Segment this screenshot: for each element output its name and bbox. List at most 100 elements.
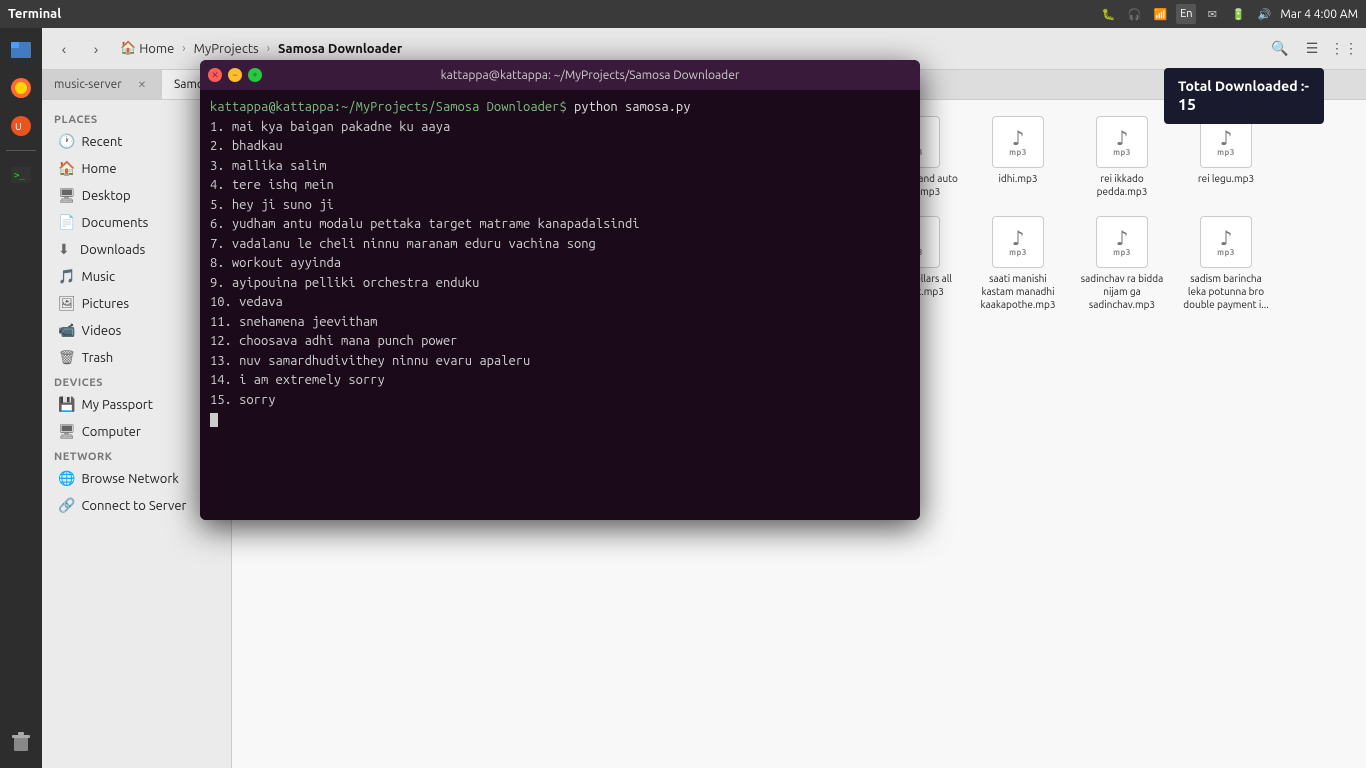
email-icon: ✉ (1202, 4, 1222, 24)
system-bar-left: Terminal (8, 7, 61, 21)
terminal-output-line: 14. i am extremely sorry (210, 371, 910, 391)
search-button[interactable]: 🔍 (1266, 35, 1294, 63)
menu-button[interactable]: ☰ (1298, 35, 1326, 63)
system-time: Mar 4 4:00 AM (1280, 8, 1358, 21)
dock-terminal[interactable]: >_ (3, 157, 39, 193)
dock-firefox[interactable] (3, 70, 39, 106)
terminal-body[interactable]: kattappa@kattappa:~/MyProjects/Samosa Do… (200, 90, 920, 520)
passport-icon: 💾 (58, 396, 75, 413)
terminal-prompt: kattappa@kattappa:~/MyProjects/Samosa Do… (210, 100, 567, 114)
terminal-command: python samosa.py (574, 100, 690, 114)
system-bar-title: Terminal (8, 7, 61, 21)
connect-server-icon: 🔗 (58, 497, 75, 514)
browse-network-icon: 🌐 (58, 470, 75, 487)
downloads-icon: ⬇ (58, 241, 74, 258)
home-icon: 🏠 (58, 160, 75, 177)
dock: U >_ (0, 28, 42, 768)
sidebar-documents-label: Documents (81, 216, 148, 230)
file-name: rei legu.mp3 (1198, 172, 1254, 185)
terminal-output-line: 2. bhadkau (210, 137, 910, 157)
sidebar-videos-label: Videos (81, 324, 121, 338)
system-bar: Terminal 🐛 🎧 📶 En ✉ 🔋 🔊 Mar 4 4:00 AM (0, 0, 1366, 28)
music-icon: 🎵 (58, 268, 75, 285)
sidebar-recent-label: Recent (81, 135, 122, 149)
terminal-output-line: 15. sorry (210, 391, 910, 411)
terminal-output-line: 11. snehamena jeevitham (210, 313, 910, 333)
tooltip-label: Total Downloaded :- (1178, 78, 1310, 94)
terminal-output-line: 1. mai kya baigan pakadne ku aaya (210, 118, 910, 138)
recent-icon: 🕐 (58, 133, 75, 150)
documents-icon: 📄 (58, 214, 75, 231)
file-icon: ♪ mp3 (1094, 214, 1150, 270)
file-icon: ♪ mp3 (990, 114, 1046, 170)
dock-divider (6, 150, 36, 151)
terminal-cursor (210, 413, 218, 427)
list-item[interactable]: ♪ mp3 saati manishi kastam manadhi kaaka… (968, 208, 1068, 317)
terminal-window: ✕ − + kattappa@kattappa: ~/MyProjects/Sa… (200, 60, 920, 520)
sidebar-connect-server-label: Connect to Server (81, 499, 186, 513)
terminal-output-line: 12. choosava adhi mana punch power (210, 332, 910, 352)
videos-icon: 📹 (58, 322, 75, 339)
tab-music-server-label: music-server (54, 78, 122, 91)
dock-files[interactable] (3, 32, 39, 68)
system-bar-right: 🐛 🎧 📶 En ✉ 🔋 🔊 Mar 4 4:00 AM (1098, 4, 1358, 24)
terminal-output-line: 8. workout ayyinda (210, 254, 910, 274)
file-icon: ♪ mp3 (1198, 214, 1254, 270)
terminal-output-line: 4. tere ishq mein (210, 176, 910, 196)
list-item[interactable]: ♪ mp3 rei ikkado pedda.mp3 (1072, 108, 1172, 204)
fm-toolbar-right: 🔍 ☰ ⋮⋮ (1266, 35, 1358, 63)
tooltip-count: 15 (1178, 96, 1310, 114)
terminal-output-line: 7. vadalanu le cheli ninnu maranam eduru… (210, 235, 910, 255)
window-maximize-button[interactable]: + (248, 68, 262, 82)
wifi-icon: 📶 (1150, 4, 1170, 24)
terminal-output-line: 10. vedava (210, 293, 910, 313)
headphone-icon: 🎧 (1124, 4, 1144, 24)
download-tooltip: Total Downloaded :- 15 (1164, 68, 1324, 124)
lang-indicator[interactable]: En (1176, 4, 1196, 24)
file-name: sadism barincha leka potunna bro double … (1180, 272, 1272, 311)
battery-icon: 🔋 (1228, 4, 1248, 24)
list-item[interactable]: ♪ mp3 sadinchav ra bidda nijam ga sadinc… (1072, 208, 1172, 317)
pictures-icon: 🖼 (58, 295, 76, 312)
dock-ubuntu[interactable]: U (3, 108, 39, 144)
trash-icon: 🗑 (58, 349, 76, 366)
breadcrumb-current[interactable]: Samosa Downloader (272, 39, 408, 59)
computer-icon: 🖥 (58, 423, 76, 440)
terminal-titlebar: ✕ − + kattappa@kattappa: ~/MyProjects/Sa… (200, 60, 920, 90)
terminal-output-line: 3. mallika salim (210, 157, 910, 177)
list-item[interactable]: ♪ mp3 idhi.mp3 (968, 108, 1068, 204)
svg-text:U: U (15, 121, 22, 132)
tab-music-server-close[interactable]: ✕ (135, 78, 149, 92)
terminal-title: kattappa@kattappa: ~/MyProjects/Samosa D… (268, 69, 912, 82)
desktop-icon: 🖥 (58, 187, 76, 204)
window-close-button[interactable]: ✕ (208, 68, 222, 82)
file-icon: ♪ mp3 (1094, 114, 1150, 170)
sidebar-computer-label: Computer (82, 425, 141, 439)
sidebar-music-label: Music (81, 270, 115, 284)
list-item[interactable]: ♪ mp3 sadism barincha leka potunna bro d… (1176, 208, 1276, 317)
forward-button[interactable]: › (82, 35, 110, 63)
terminal-output-line: 5. hey ji suno ji (210, 196, 910, 216)
back-button[interactable]: ‹ (50, 35, 78, 63)
file-name: sadinchav ra bidda nijam ga sadinchav.mp… (1076, 272, 1168, 311)
more-button[interactable]: ⋮⋮ (1330, 35, 1358, 63)
file-name: rei ikkado pedda.mp3 (1076, 172, 1168, 198)
file-name: idhi.mp3 (999, 172, 1038, 185)
file-name: saati manishi kastam manadhi kaakapothe.… (972, 272, 1064, 311)
sidebar-pictures-label: Pictures (82, 297, 129, 311)
svg-text:>_: >_ (14, 171, 25, 181)
window-minimize-button[interactable]: − (228, 68, 242, 82)
terminal-output-line: 13. nuv samardhudivithey ninnu evaru apa… (210, 352, 910, 372)
sidebar-downloads-label: Downloads (80, 243, 145, 257)
breadcrumb: 🏠 Home › MyProjects › Samosa Downloader (114, 38, 1262, 59)
sidebar-browse-network-label: Browse Network (81, 472, 178, 486)
terminal-output-line: 6. yudham antu modalu pettaka target mat… (210, 215, 910, 235)
breadcrumb-home[interactable]: 🏠 Home (114, 38, 180, 59)
sidebar-passport-label: My Passport (81, 398, 152, 412)
file-icon: ♪ mp3 (990, 214, 1046, 270)
breadcrumb-myprojects[interactable]: MyProjects (188, 39, 265, 59)
tab-music-server[interactable]: music-server ✕ (42, 70, 162, 99)
sidebar-desktop-label: Desktop (82, 189, 131, 203)
dock-trash[interactable] (3, 724, 39, 760)
bug-icon: 🐛 (1098, 4, 1118, 24)
